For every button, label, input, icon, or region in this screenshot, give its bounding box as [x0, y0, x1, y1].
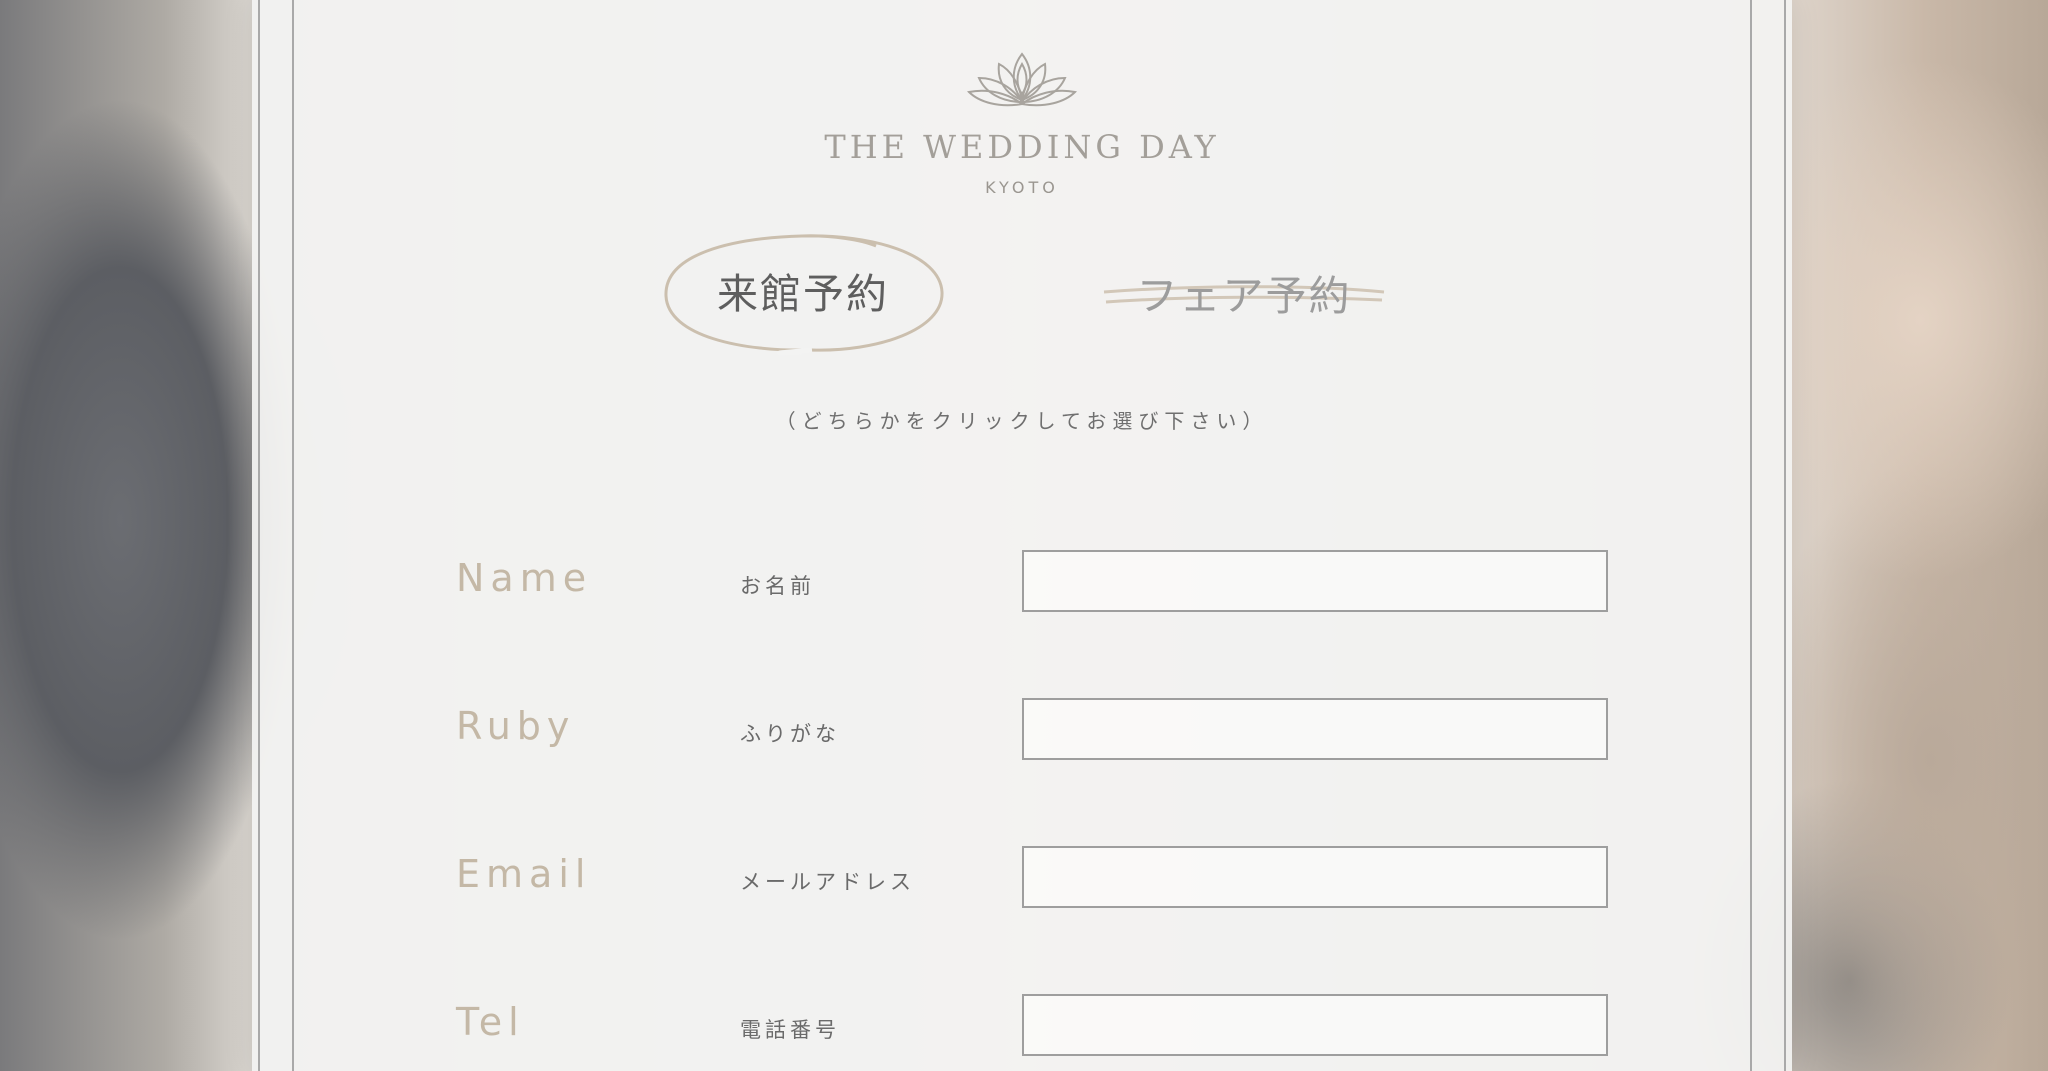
tab-label: フェア予約: [1136, 272, 1352, 320]
field-label-en: Ruby: [456, 704, 576, 748]
name-input[interactable]: [1022, 550, 1608, 612]
form-row-tel: Tel 電話番号: [252, 994, 1792, 1064]
tab-label: 来館予約: [717, 270, 889, 318]
brand-logo: THE WEDDING DAY KYOTO: [252, 48, 1792, 197]
form-row-email: Email メールアドレス: [252, 846, 1792, 916]
tel-input[interactable]: [1022, 994, 1608, 1056]
brand-title: THE WEDDING DAY: [824, 128, 1220, 166]
brand-subtitle: KYOTO: [985, 178, 1059, 197]
field-label-ja: お名前: [740, 574, 815, 598]
selection-hint: （どちらかをクリックしてお選び下さい）: [775, 409, 1269, 433]
ruby-input[interactable]: [1022, 698, 1608, 760]
field-label-en: Tel: [456, 1000, 525, 1044]
field-label-ja: 電話番号: [740, 1018, 840, 1042]
form-panel: THE WEDDING DAY KYOTO 来館予約 フェア予約 （どちらかをク…: [252, 0, 1792, 1071]
field-label-en: Name: [456, 556, 593, 600]
tab-fair-reservation[interactable]: フェア予約: [1102, 258, 1386, 334]
tab-visit-reservation[interactable]: 来館予約: [662, 232, 944, 356]
form-row-name: Name お名前: [252, 550, 1792, 620]
form-row-ruby: Ruby ふりがな: [252, 698, 1792, 768]
field-label-ja: メールアドレス: [740, 870, 915, 894]
field-label-ja: ふりがな: [740, 722, 840, 746]
field-label-en: Email: [456, 852, 592, 896]
lotus-icon: [967, 52, 1077, 107]
email-input[interactable]: [1022, 846, 1608, 908]
